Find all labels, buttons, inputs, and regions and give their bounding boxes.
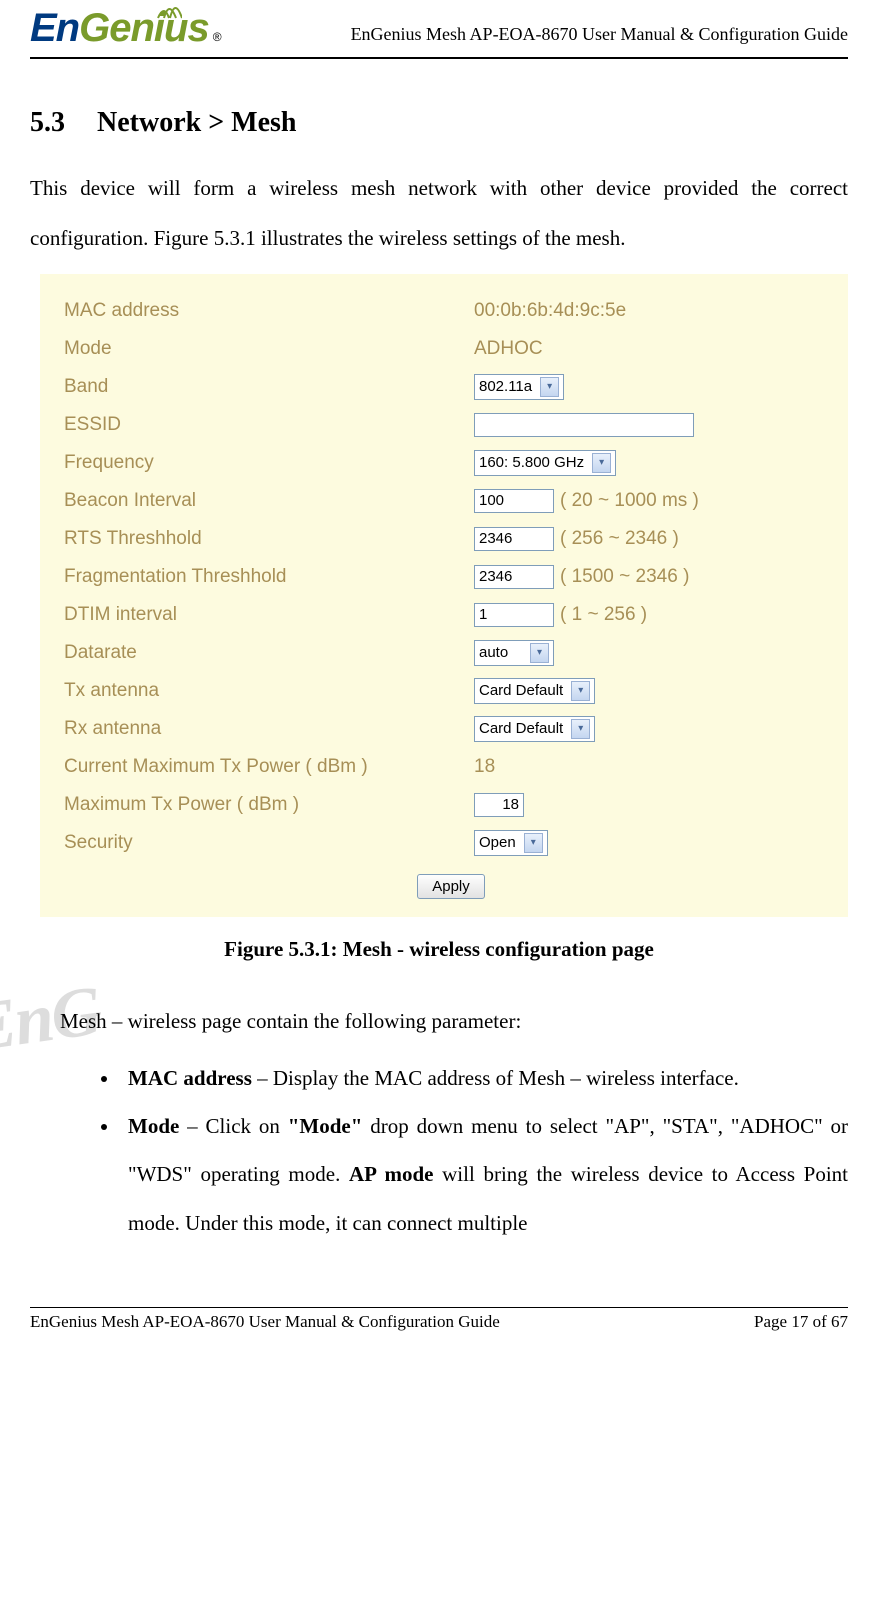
header-title: EnGenius Mesh AP-EOA-8670 User Manual & … — [351, 24, 848, 51]
beacon-interval-label: Beacon Interval — [64, 490, 474, 512]
chevron-down-icon: ▾ — [524, 833, 543, 853]
param-mac-address-desc: – Display the MAC address of Mesh – wire… — [252, 1066, 739, 1090]
band-select[interactable]: 802.11a ▾ — [474, 374, 564, 400]
security-label: Security — [64, 832, 474, 854]
logo-text-genius: Genius — [79, 6, 209, 51]
rx-antenna-label: Rx antenna — [64, 718, 474, 740]
figure-caption: Figure 5.3.1: Mesh - wireless configurat… — [30, 937, 848, 962]
tx-antenna-select[interactable]: Card Default ▾ — [474, 678, 595, 704]
parameter-list: MAC address – Display the MAC address of… — [80, 1054, 848, 1247]
dtim-interval-input[interactable] — [474, 603, 554, 627]
logo-registered-mark: ® — [213, 30, 222, 44]
mac-address-value: 00:0b:6b:4d:9c:5e — [474, 300, 626, 322]
apply-button[interactable]: Apply — [417, 874, 485, 899]
frag-threshold-hint: ( 1500 ~ 2346 ) — [560, 566, 689, 588]
essid-input[interactable] — [474, 413, 694, 437]
parameters-intro: Mesh – wireless page contain the followi… — [60, 1002, 848, 1042]
page-footer: EnGenius Mesh AP-EOA-8670 User Manual & … — [30, 1307, 848, 1336]
frequency-label: Frequency — [64, 452, 474, 474]
rts-threshold-input[interactable] — [474, 527, 554, 551]
section-heading: 5.3 Network > Mesh — [30, 107, 848, 139]
section-number: 5.3 — [30, 107, 65, 139]
dtim-interval-label: DTIM interval — [64, 604, 474, 626]
logo-text-en: En — [30, 6, 79, 51]
frequency-select[interactable]: 160: 5.800 GHz ▾ — [474, 450, 616, 476]
page-header: EnGenius ® EnGenius Mesh AP-EOA-8670 User… — [30, 0, 848, 59]
rx-antenna-select[interactable]: Card Default ▾ — [474, 716, 595, 742]
datarate-label: Datarate — [64, 642, 474, 664]
frag-threshold-input[interactable] — [474, 565, 554, 589]
mesh-config-figure: MAC address 00:0b:6b:4d:9c:5e Mode ADHOC… — [40, 274, 848, 917]
mac-address-label: MAC address — [64, 300, 474, 322]
frag-threshold-label: Fragmentation Threshhold — [64, 566, 474, 588]
frequency-select-value: 160: 5.800 GHz — [479, 454, 584, 471]
mode-value: ADHOC — [474, 338, 543, 360]
dtim-interval-hint: ( 1 ~ 256 ) — [560, 604, 647, 626]
max-tx-power-input[interactable] — [474, 793, 524, 817]
param-mode-bold2: "Mode" — [288, 1114, 363, 1138]
chevron-down-icon: ▾ — [540, 377, 559, 397]
current-max-tx-power-label: Current Maximum Tx Power ( dBm ) — [64, 756, 474, 778]
essid-label: ESSID — [64, 414, 474, 436]
param-mode-bold3: AP mode — [349, 1162, 433, 1186]
datarate-select[interactable]: auto ▾ — [474, 640, 554, 666]
rts-threshold-hint: ( 256 ~ 2346 ) — [560, 528, 679, 550]
param-mac-address-term: MAC address — [128, 1066, 252, 1090]
mode-label: Mode — [64, 338, 474, 360]
security-select[interactable]: Open ▾ — [474, 830, 548, 856]
band-select-value: 802.11a — [479, 378, 532, 395]
section-title: Network > Mesh — [97, 107, 296, 138]
brand-logo: EnGenius ® — [30, 6, 222, 51]
chevron-down-icon: ▾ — [592, 453, 611, 473]
band-label: Band — [64, 376, 474, 398]
param-mode-term: Mode — [128, 1114, 179, 1138]
current-max-tx-power-value: 18 — [474, 756, 495, 778]
beacon-interval-hint: ( 20 ~ 1000 ms ) — [560, 490, 699, 512]
footer-left: EnGenius Mesh AP-EOA-8670 User Manual & … — [30, 1312, 500, 1332]
chevron-down-icon: ▾ — [571, 681, 590, 701]
beacon-interval-input[interactable] — [474, 489, 554, 513]
datarate-select-value: auto — [479, 644, 508, 661]
param-mode-text1: – Click on — [179, 1114, 287, 1138]
footer-right: Page 17 of 67 — [754, 1312, 848, 1332]
tx-antenna-select-value: Card Default — [479, 682, 563, 699]
intro-paragraph: This device will form a wireless mesh ne… — [30, 163, 848, 264]
rts-threshold-label: RTS Threshhold — [64, 528, 474, 550]
signal-wave-icon — [156, 2, 182, 20]
chevron-down-icon: ▾ — [571, 719, 590, 739]
param-mac-address: MAC address – Display the MAC address of… — [120, 1054, 848, 1102]
rx-antenna-select-value: Card Default — [479, 720, 563, 737]
chevron-down-icon: ▾ — [530, 643, 549, 663]
max-tx-power-label: Maximum Tx Power ( dBm ) — [64, 794, 474, 816]
param-mode: Mode – Click on "Mode" drop down menu to… — [120, 1102, 848, 1247]
security-select-value: Open — [479, 834, 516, 851]
tx-antenna-label: Tx antenna — [64, 680, 474, 702]
